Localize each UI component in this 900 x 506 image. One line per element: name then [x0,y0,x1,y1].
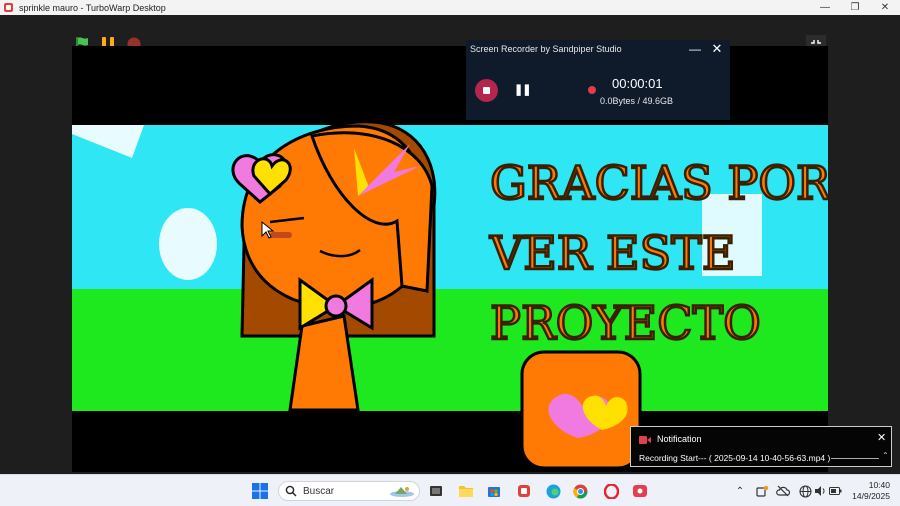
store-icon [488,487,500,497]
tray-battery-button[interactable] [827,483,843,499]
notification-title: Notification [657,434,702,444]
restore-button[interactable]: ❐ [840,0,870,15]
headline-line-3: PROYECTO [490,296,761,350]
recorder-title: Screen Recorder by Sandpiper Studio [470,44,622,54]
clock-time: 10:40 [868,480,890,490]
tray-cloud-button[interactable] [775,483,791,499]
show-hidden-icons-button[interactable]: ⌃ [732,483,748,499]
search-icon [285,485,297,497]
file-explorer-button[interactable] [458,483,474,499]
headline-line-1: GRACIAS POR [490,156,828,210]
headline-line-2: VER ESTE [489,226,735,280]
recording-timer: 00:00:01 [612,76,663,91]
recording-size: 0.0Bytes / 49.6GB [600,96,674,106]
close-button[interactable]: ✕ [870,0,900,15]
chrome-icon [572,484,587,498]
tray-sync-button[interactable] [754,483,770,499]
chevron-up-icon[interactable]: ⌃ [882,451,889,460]
sync-icon [755,485,768,497]
notification-message: Recording Start--- ( 2025-09-14 10-40-56… [639,453,831,463]
edge-icon [546,484,560,498]
task-view-icon [430,486,442,496]
recorder-close-button[interactable]: ✕ [710,42,724,56]
system-clock[interactable]: 10:40 14/9/2025 [846,480,890,502]
bow-knot [324,294,348,318]
task-view-button[interactable] [428,483,444,499]
recorder-pause-button[interactable]: ❚❚ [514,83,531,96]
chevron-up-icon: ⌃ [735,485,745,497]
character-blush [270,232,292,238]
battery-icon [828,487,841,495]
notification-toast[interactable]: Notification ✕ Recording Start--- ( 2025… [630,426,892,467]
recording-indicator-icon [588,86,596,94]
chrome-button[interactable] [572,483,588,499]
start-button[interactable] [252,483,268,499]
cloud-off-icon [776,485,790,497]
opera-button[interactable] [603,483,619,499]
window-titlebar: sprinkle mauro - TurboWarp Desktop — ❐ ✕ [0,0,900,15]
opera-icon [603,483,619,499]
store-button[interactable] [486,483,502,499]
turbowarp-taskbar-button[interactable] [516,483,532,499]
clock-date: 14/9/2025 [852,491,890,501]
speaker-icon [815,486,825,496]
minimize-button[interactable]: — [810,0,840,15]
folder-icon [459,486,473,497]
screen-recorder-panel: Screen Recorder by Sandpiper Studio — ✕ … [466,40,730,120]
window-controls: — ❐ ✕ [810,0,900,15]
search-label: Buscar [303,485,335,497]
search-input[interactable]: Buscar [278,481,420,501]
search-highlight-icon [390,487,414,497]
recorder-minimize-button[interactable]: — [688,42,702,56]
video-camera-icon [633,485,647,497]
recorder-stop-button[interactable] [475,79,498,102]
edge-button[interactable] [545,483,561,499]
turbowarp-icon [4,3,13,12]
tray-volume-button[interactable] [812,483,828,499]
video-camera-icon [639,436,651,444]
taskbar: Buscar ⌃ 10:40 14/9/2025 [0,474,900,506]
tray-network-button[interactable] [797,483,813,499]
windows-icon [252,483,268,499]
turbowarp-icon [518,485,530,497]
globe-icon [798,484,812,498]
screen-recorder-taskbar-button[interactable] [632,483,648,499]
notification-close-button[interactable]: ✕ [877,431,886,444]
window-title: sprinkle mauro - TurboWarp Desktop [19,2,166,13]
cloud-shape [159,208,217,280]
notification-progress [831,458,879,459]
